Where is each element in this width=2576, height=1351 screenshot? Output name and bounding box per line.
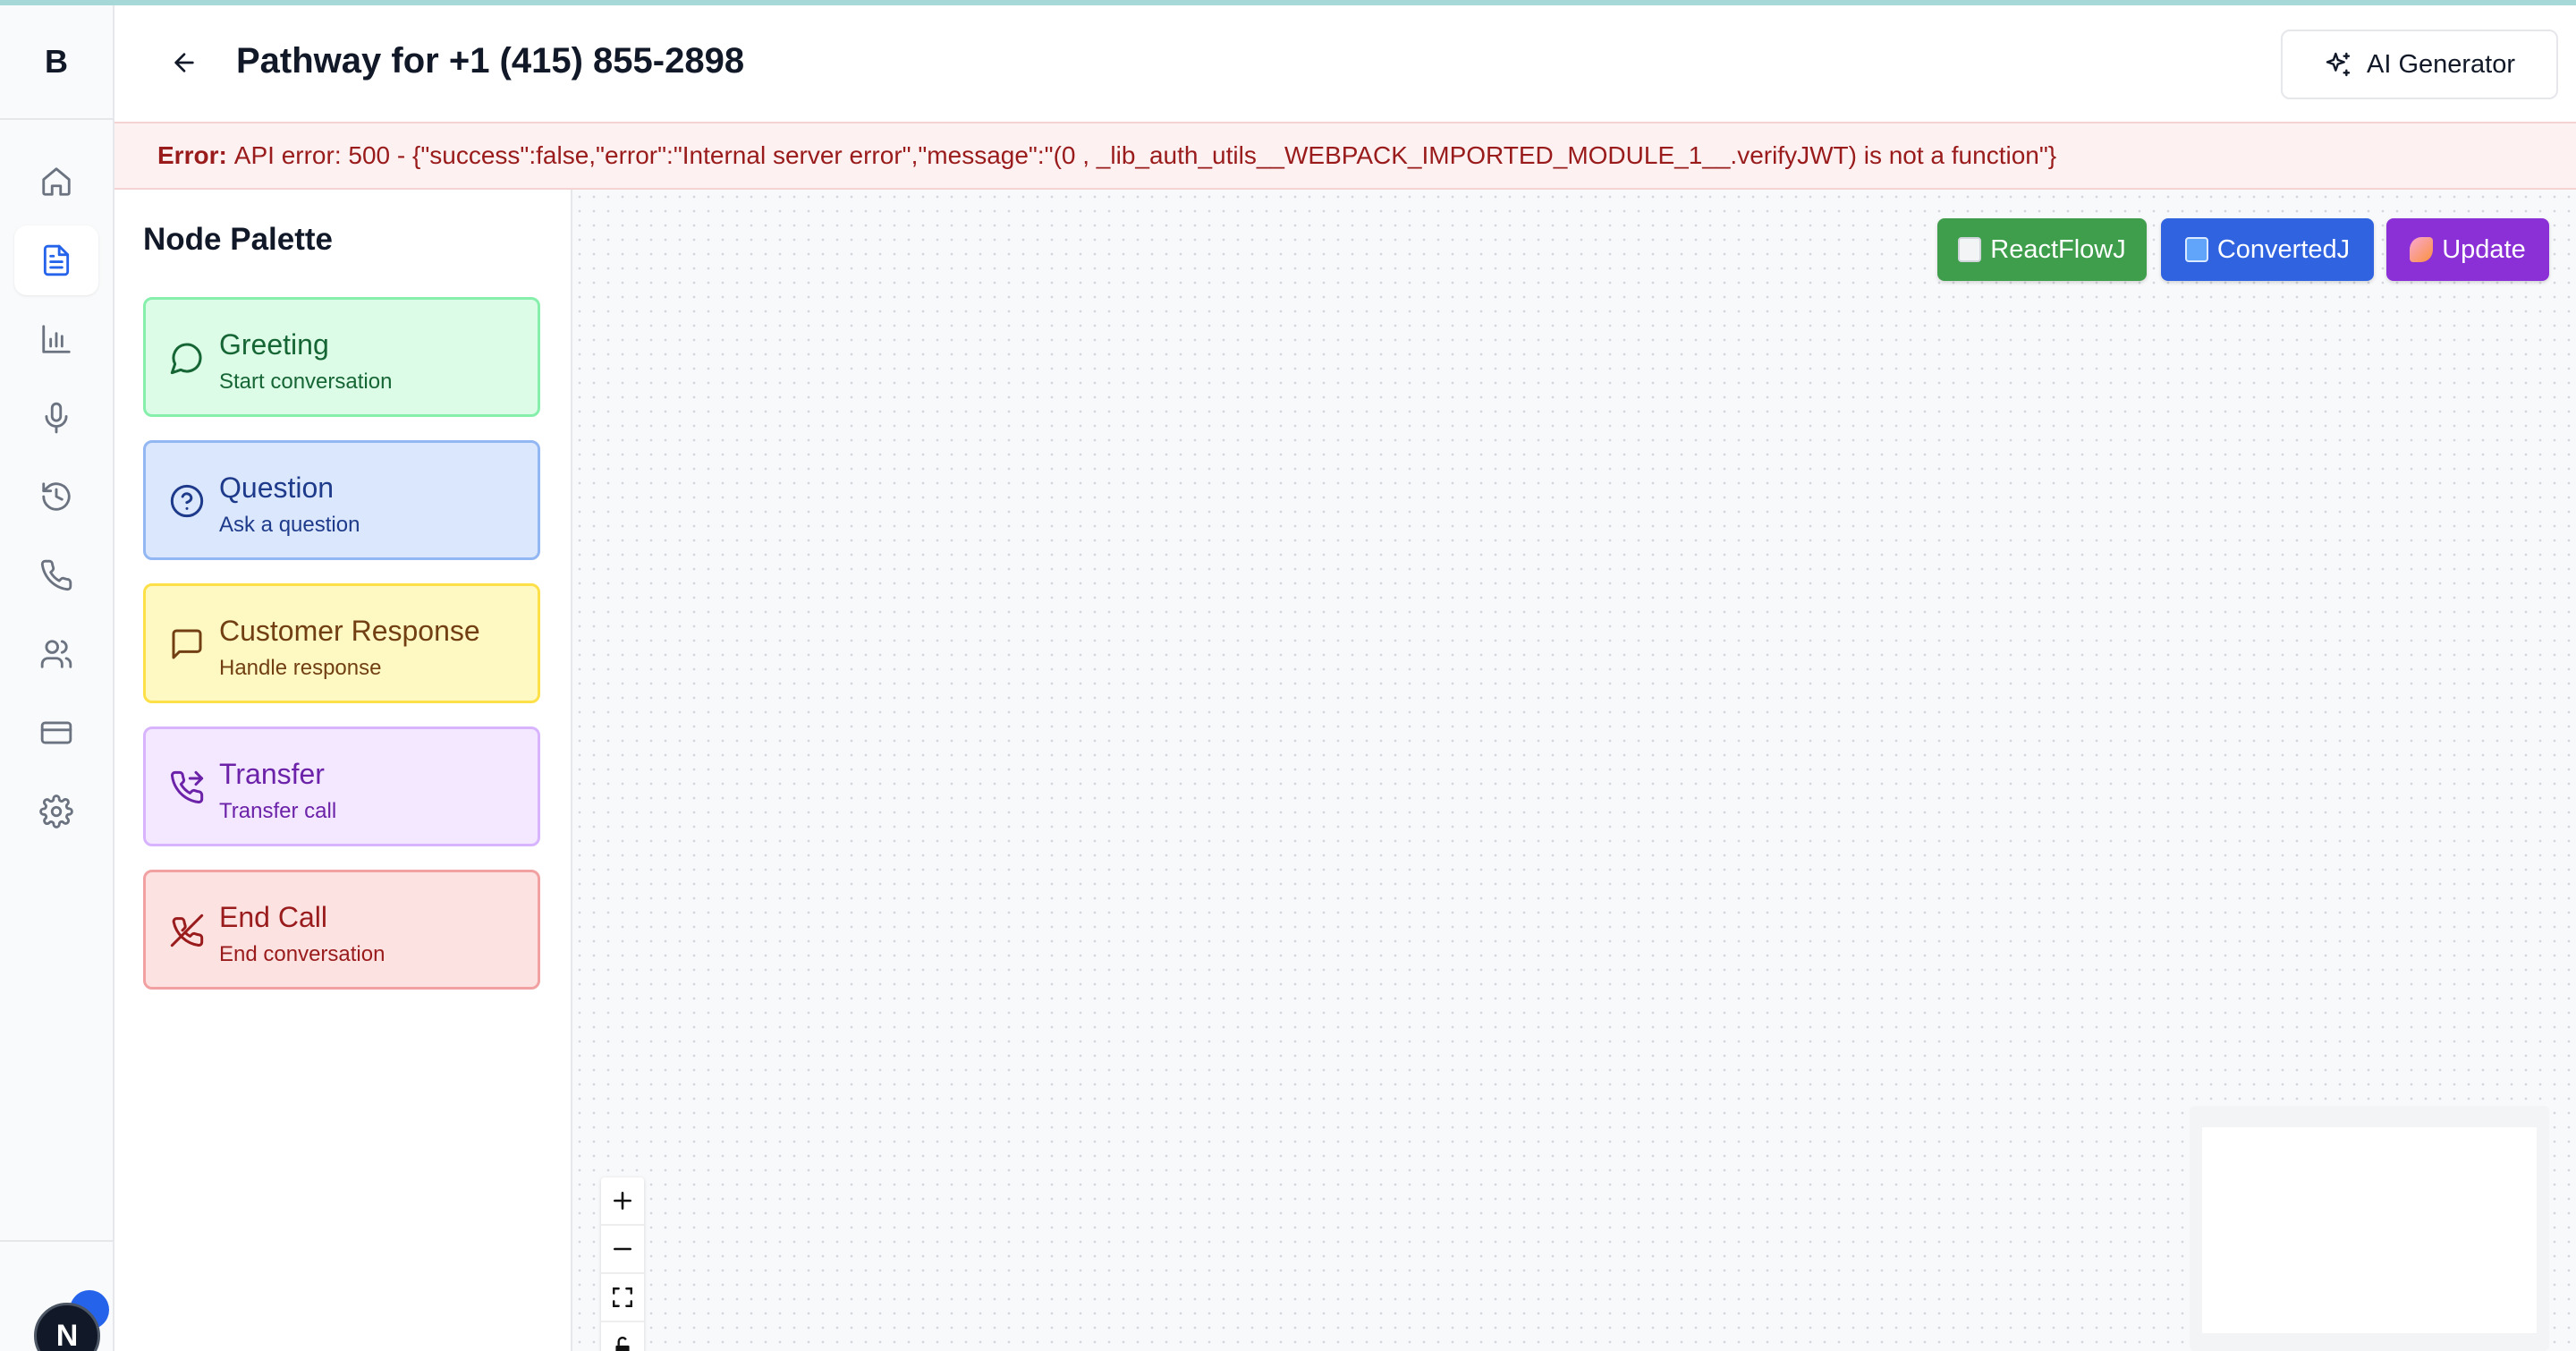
node-label: End Call	[219, 901, 327, 933]
node-palette: Node Palette Greeting Start conversation…	[114, 190, 572, 1351]
node-label: Question	[219, 472, 335, 504]
sidebar-item-home[interactable]	[14, 147, 98, 217]
palette-node-transfer[interactable]: Transfer Transfer call	[143, 726, 540, 846]
help-circle-icon	[170, 484, 204, 518]
sidebar-item-settings[interactable]	[14, 777, 98, 846]
bar-chart-icon	[42, 325, 71, 353]
fit-view-button[interactable]	[601, 1274, 644, 1322]
error-banner: Error: API error: 500 - {"success":false…	[114, 122, 2576, 190]
sidebar-item-pathways[interactable]	[14, 225, 98, 295]
sparkles-icon	[2326, 52, 2351, 77]
update-label: Update	[2442, 234, 2526, 264]
node-description: Ask a question	[219, 513, 360, 537]
sidebar-divider	[0, 1240, 113, 1242]
arrow-left-icon	[174, 53, 194, 72]
history-icon	[42, 482, 71, 511]
sidebar-item-team[interactable]	[14, 619, 98, 689]
node-label: Greeting	[219, 328, 329, 361]
sidebar-item-billing[interactable]	[14, 698, 98, 768]
arrows-emoji-icon	[2184, 237, 2208, 262]
phone-off-icon	[170, 913, 204, 947]
plus-icon	[614, 1192, 631, 1210]
credit-card-icon	[40, 721, 72, 744]
sidebar-item-calls[interactable]	[14, 540, 98, 610]
minus-icon	[614, 1247, 631, 1251]
sidebar-item-voices[interactable]	[14, 383, 98, 453]
palette-node-question[interactable]: Question Ask a question	[143, 440, 540, 560]
flow-canvas[interactable]: ReactFlowJ ConvertedJ Update	[572, 190, 2576, 1351]
sidebar-item-analytics[interactable]	[14, 304, 98, 374]
node-description: Handle response	[219, 656, 382, 680]
sidebar: B	[0, 5, 114, 1351]
unlock-icon	[615, 1337, 630, 1351]
palette-node-greeting[interactable]: Greeting Start conversation	[143, 297, 540, 417]
minimap-viewport	[2202, 1127, 2537, 1333]
microphone-icon	[45, 402, 68, 434]
error-message: API error: 500 - {"success":false,"error…	[233, 141, 2057, 169]
error-prefix: Error:	[157, 141, 227, 169]
node-description: End conversation	[219, 942, 386, 966]
fit-view-icon	[613, 1287, 632, 1307]
users-icon	[40, 640, 72, 668]
message-square-icon	[172, 629, 202, 659]
palette-node-customer-response[interactable]: Customer Response Handle response	[143, 583, 540, 703]
page-header: Pathway for +1 (415) 855-2898 AI Generat…	[114, 5, 2576, 122]
converted-json-button[interactable]: ConvertedJ	[2161, 218, 2374, 281]
node-label: Customer Response	[219, 615, 480, 647]
back-button[interactable]	[165, 43, 204, 82]
page-title: Pathway for +1 (415) 855-2898	[236, 41, 745, 81]
page-emoji-icon	[1958, 237, 1982, 262]
ai-generator-label: AI Generator	[2366, 49, 2516, 79]
phone-forwarded-icon	[171, 770, 204, 803]
node-description: Transfer call	[219, 799, 337, 823]
ai-generator-button[interactable]: AI Generator	[2281, 30, 2558, 99]
minimap[interactable]	[2190, 1106, 2549, 1351]
node-description: Start conversation	[219, 370, 393, 394]
reactflow-json-label: ReactFlowJ	[1990, 234, 2126, 264]
lock-interactivity-button[interactable]	[601, 1322, 644, 1351]
palette-node-end-call[interactable]: End Call End conversation	[143, 870, 540, 990]
update-button[interactable]: Update	[2386, 218, 2549, 281]
zoom-in-button[interactable]	[601, 1177, 644, 1226]
converted-json-label: ConvertedJ	[2216, 234, 2351, 264]
home-icon	[42, 167, 71, 196]
brand-logo[interactable]: B	[0, 5, 113, 120]
phone-icon	[40, 559, 72, 591]
rocket-emoji-icon	[2410, 237, 2434, 262]
palette-title: Node Palette	[143, 222, 333, 257]
canvas-controls	[601, 1177, 644, 1351]
document-icon	[43, 244, 70, 276]
message-circle-icon	[170, 343, 202, 375]
reactflow-json-button[interactable]: ReactFlowJ	[1937, 218, 2147, 281]
zoom-out-button[interactable]	[601, 1226, 644, 1274]
sidebar-item-history[interactable]	[14, 462, 98, 531]
node-label: Transfer	[219, 758, 325, 790]
settings-icon	[39, 794, 73, 828]
